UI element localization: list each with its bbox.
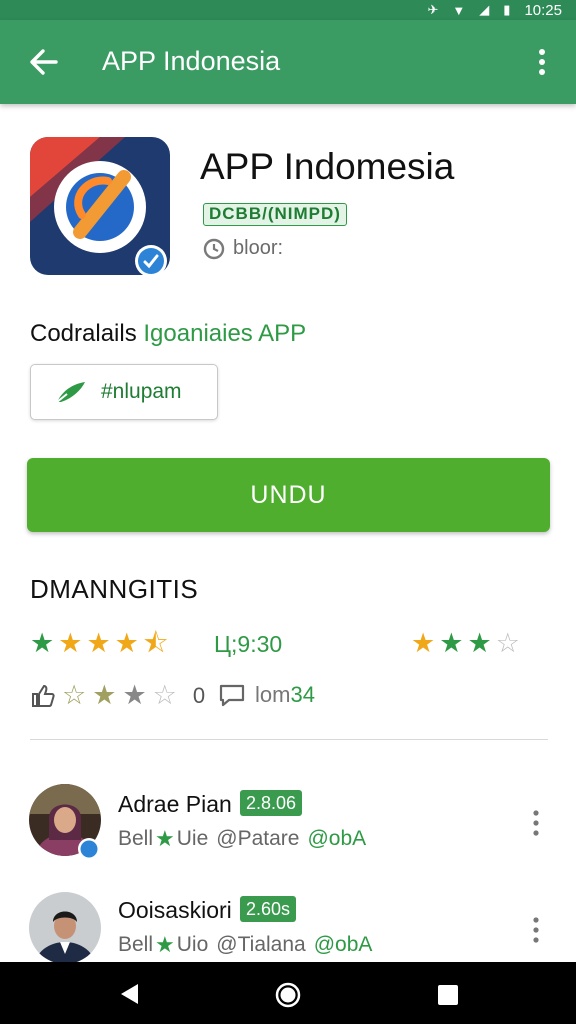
- app-bar-title: APP Indonesia: [102, 46, 281, 76]
- wifi-icon: ▼: [452, 2, 466, 18]
- ratings-section-title: DMANNGITIS: [30, 574, 199, 604]
- nav-home-icon[interactable]: [275, 982, 301, 1008]
- more-vert-icon[interactable]: [526, 808, 546, 838]
- nav-back-icon[interactable]: [118, 982, 140, 1006]
- avatar: [29, 892, 101, 964]
- app-name: APP Indomesia: [200, 146, 455, 187]
- app-meta-text: bloor:: [233, 237, 284, 259]
- star-empty-icon: ☆: [495, 628, 520, 658]
- thumbs-up-icon[interactable]: [30, 683, 56, 709]
- data-icon: ✈: [427, 2, 439, 17]
- comment-prefix: lom: [255, 682, 291, 707]
- review-meta-place: @Patare: [216, 827, 300, 850]
- star-icon: ★: [439, 628, 464, 658]
- star-icon: ★: [114, 628, 139, 658]
- description-prefix: Codralails: [30, 320, 137, 347]
- verified-badge-icon: [78, 838, 100, 860]
- review-item[interactable]: Adrae Pian 2.8.06 Bell ★ Uie @Patare @obA: [0, 780, 576, 880]
- review-meta-prefix: Bell: [118, 933, 154, 956]
- rating-stars-right: ★ ★ ★ ☆: [411, 630, 520, 657]
- nav-recent-icon[interactable]: [437, 984, 459, 1006]
- status-time: 10:25: [524, 1, 562, 19]
- divider: [30, 739, 548, 740]
- star-icon: ★: [58, 628, 83, 658]
- star-icon: ★: [30, 628, 55, 658]
- rating-count: Ц;9:30: [214, 631, 283, 657]
- star-empty-icon: ☆: [152, 680, 177, 710]
- app-bar: APP Indonesia: [0, 20, 576, 104]
- star-icon: ★: [92, 680, 117, 710]
- comment-group[interactable]: lom34: [217, 682, 315, 708]
- install-button[interactable]: UNDU: [27, 458, 550, 532]
- status-icons: ✈ ▼ ◢ ▮ 10:25: [428, 0, 562, 20]
- review-meta: Bell ★ Uio @Tialana @obA: [118, 932, 372, 958]
- hashtag-chip-button[interactable]: #nlupam: [30, 364, 218, 420]
- more-vert-icon[interactable]: [526, 915, 546, 945]
- review-meta-accent: @obA: [313, 933, 373, 956]
- status-bar: ✈ ▼ ◢ ▮ 10:25: [0, 0, 576, 20]
- back-arrow-icon[interactable]: [26, 44, 62, 80]
- stat-row: ☆ ★ ★ ☆ 0: [30, 682, 205, 709]
- description-accent: Igoaniaies APP: [143, 320, 307, 347]
- verified-badge-icon: [135, 245, 167, 277]
- rating-stars-left: ★ ★ ★ ★ ⯪: [30, 630, 168, 657]
- review-meta-accent: @obA: [307, 827, 367, 850]
- comment-icon: [219, 684, 245, 707]
- install-label: UNDU: [250, 480, 327, 509]
- review-score-badge: 2.60s: [240, 896, 297, 922]
- review-meta-prefix: Bell: [118, 827, 154, 850]
- review-meta-place: @Tialana: [216, 933, 306, 956]
- signal-icon: ◢: [479, 2, 490, 17]
- star-icon: ☆: [62, 680, 87, 710]
- comment-accent: 34: [290, 682, 315, 707]
- reviewer-name: Adrae Pian: [118, 791, 232, 817]
- battery-icon: ▮: [503, 2, 511, 17]
- developer-tag[interactable]: DCBB/(NIMPD): [203, 203, 347, 226]
- star-icon: ★: [467, 628, 492, 658]
- star-icon: ★: [155, 932, 175, 957]
- comment-label: lom34: [255, 682, 315, 708]
- pencil-icon: [56, 382, 85, 403]
- review-meta: Bell ★ Uie @Patare @obA: [118, 826, 366, 852]
- review-meta-mid: Uio: [176, 933, 209, 956]
- star-icon: ★: [86, 628, 111, 658]
- app-meta-row: bloor:: [203, 237, 283, 260]
- clock-icon: [203, 238, 225, 259]
- star-icon: ★: [122, 680, 147, 710]
- chip-label: #nlupam: [101, 380, 182, 403]
- description-line: Codralails Igoaniaies APP: [30, 320, 306, 348]
- review-score-badge: 2.8.06: [240, 790, 303, 816]
- review-meta-mid: Uie: [176, 827, 209, 850]
- star-icon: ★: [155, 826, 175, 851]
- reviewer-name: Ooisaskiori: [118, 897, 232, 923]
- stat-count: 0: [192, 682, 206, 708]
- star-half-icon: ⯪: [142, 628, 169, 658]
- more-vert-icon[interactable]: [530, 46, 554, 78]
- star-icon: ★: [411, 628, 436, 658]
- system-nav-bar: [0, 962, 576, 1024]
